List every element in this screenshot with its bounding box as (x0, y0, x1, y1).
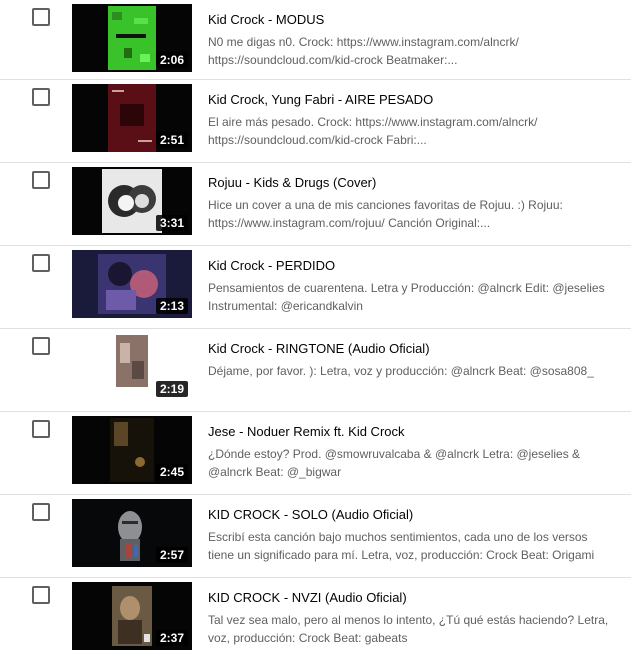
video-description: Pensamientos de cuarentena. Letra y Prod… (208, 281, 605, 313)
video-title[interactable]: Kid Crock, Yung Fabri - AIRE PESADO (208, 92, 433, 107)
video-description: Tal vez sea malo, pero al menos lo inten… (208, 613, 609, 645)
duration-badge: 2:51 (155, 132, 188, 148)
select-checkbox[interactable] (32, 420, 50, 438)
video-title[interactable]: Jese - Noduer Remix ft. Kid Crock (208, 424, 405, 439)
video-thumbnail[interactable]: 2:51 (72, 84, 192, 152)
video-title[interactable]: Rojuu - Kids & Drugs (Cover) (208, 175, 376, 190)
duration-badge: 2:06 (155, 52, 188, 68)
video-row: 2:19 Kid Crock - RINGTONE (Audio Oficial… (0, 329, 631, 412)
select-checkbox[interactable] (32, 8, 50, 26)
duration-badge: 2:45 (155, 464, 188, 480)
video-title[interactable]: KID CROCK - NVZI (Audio Oficial) (208, 590, 407, 605)
select-checkbox[interactable] (32, 254, 50, 272)
video-description: Déjame, por favor. ): Letra, voz y produ… (208, 364, 594, 378)
video-row: 2:45 Jese - Noduer Remix ft. Kid Crock ¿… (0, 412, 631, 495)
video-thumbnail[interactable]: 2:37 (72, 582, 192, 650)
video-title[interactable]: Kid Crock - PERDIDO (208, 258, 335, 273)
video-thumbnail[interactable]: 2:19 (72, 333, 192, 401)
select-checkbox[interactable] (32, 586, 50, 604)
video-title[interactable]: Kid Crock - RINGTONE (Audio Oficial) (208, 341, 430, 356)
video-row: 2:13 Kid Crock - PERDIDO Pensamientos de… (0, 246, 631, 329)
duration-badge: 3:31 (155, 215, 188, 231)
video-list: 2:06 Kid Crock - MODUS N0 me digas n0. C… (0, 0, 631, 661)
video-row: 2:57 KID CROCK - SOLO (Audio Oficial) Es… (0, 495, 631, 578)
video-title[interactable]: Kid Crock - MODUS (208, 12, 324, 27)
video-description: ¿Dónde estoy? Prod. @smowruvalcaba & @al… (208, 447, 581, 479)
video-thumbnail[interactable]: 2:13 (72, 250, 192, 318)
video-description: El aire más pesado. Crock: https://www.i… (208, 115, 538, 147)
duration-badge: 2:19 (155, 381, 188, 397)
video-row: 3:31 Rojuu - Kids & Drugs (Cover) Hice u… (0, 163, 631, 246)
video-thumbnail[interactable]: 2:45 (72, 416, 192, 484)
select-checkbox[interactable] (32, 503, 50, 521)
video-thumbnail[interactable]: 3:31 (72, 167, 192, 235)
video-description: N0 me digas n0. Crock: https://www.insta… (208, 35, 519, 67)
video-description: Escribí esta canción bajo muchos sentimi… (208, 530, 595, 562)
video-title[interactable]: KID CROCK - SOLO (Audio Oficial) (208, 507, 413, 522)
video-thumbnail[interactable]: 2:57 (72, 499, 192, 567)
duration-badge: 2:57 (155, 547, 188, 563)
select-checkbox[interactable] (32, 88, 50, 106)
video-description: Hice un cover a una de mis canciones fav… (208, 198, 563, 230)
select-checkbox[interactable] (32, 171, 50, 189)
duration-badge: 2:13 (155, 298, 188, 314)
video-row: 2:51 Kid Crock, Yung Fabri - AIRE PESADO… (0, 80, 631, 163)
video-row: 2:37 KID CROCK - NVZI (Audio Oficial) Ta… (0, 578, 631, 661)
duration-badge: 2:37 (155, 630, 188, 646)
video-row: 2:06 Kid Crock - MODUS N0 me digas n0. C… (0, 0, 631, 80)
select-checkbox[interactable] (32, 337, 50, 355)
video-thumbnail[interactable]: 2:06 (72, 4, 192, 72)
